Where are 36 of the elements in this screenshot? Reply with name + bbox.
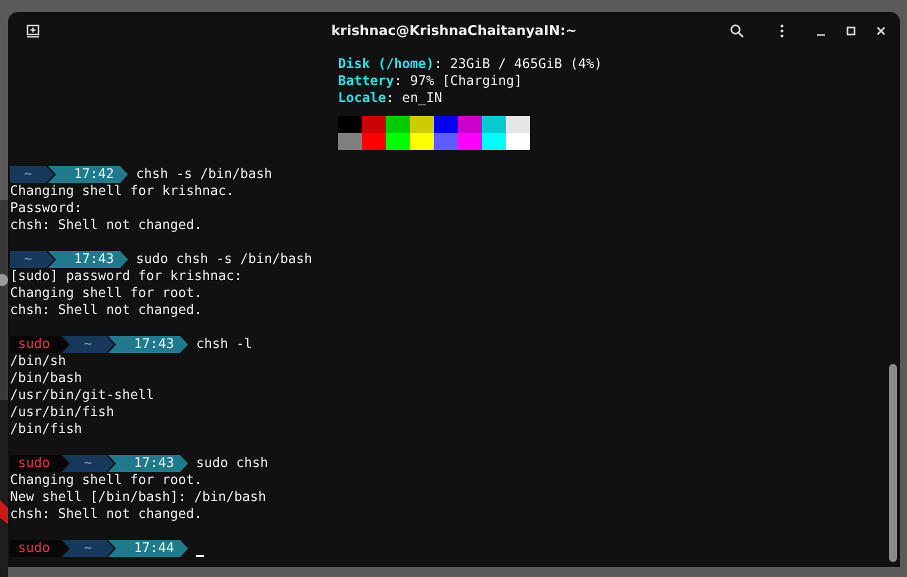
search-icon[interactable] bbox=[730, 24, 744, 38]
output-line: New shell [/bin/bash]: /bin/bash bbox=[10, 489, 268, 506]
prompt-segment: 17:44 bbox=[108, 540, 188, 557]
prompt-segment: 17:42 bbox=[48, 166, 128, 183]
info-value: : 97% [Charging] bbox=[394, 73, 522, 90]
prompt-segment: 17:43 bbox=[108, 336, 188, 353]
output-line: /usr/bin/fish bbox=[10, 404, 116, 421]
output-line: /usr/bin/git-shell bbox=[10, 387, 156, 404]
command-text: sudo chsh bbox=[196, 455, 268, 472]
info-label: Battery bbox=[338, 73, 394, 90]
maximize-icon[interactable] bbox=[846, 26, 856, 36]
prompt-segment: 17:43 bbox=[48, 251, 128, 268]
output-line: Changing shell for root. bbox=[10, 285, 204, 302]
output-line: chsh: Shell not changed. bbox=[10, 506, 204, 523]
output-line: chsh: Shell not changed. bbox=[10, 217, 204, 234]
output-line: chsh: Shell not changed. bbox=[10, 302, 204, 319]
scrollbar-thumb[interactable] bbox=[889, 364, 897, 562]
output-line: Changing shell for root. bbox=[10, 472, 204, 489]
command-text: chsh -s /bin/bash bbox=[136, 166, 272, 183]
output-line: /bin/bash bbox=[10, 370, 84, 387]
output-line: Password: bbox=[10, 200, 84, 217]
info-label: Locale bbox=[338, 90, 386, 107]
command-text: sudo chsh -s /bin/bash bbox=[136, 251, 312, 268]
menu-icon[interactable] bbox=[780, 24, 784, 38]
output-line: /bin/fish bbox=[10, 421, 84, 438]
info-value: : 23GiB / 465GiB (4%) bbox=[434, 56, 602, 73]
window-title: krishnac@KrishnaChaitanyaIN:~ bbox=[331, 23, 577, 39]
output-line: Changing shell for krishnac. bbox=[10, 183, 236, 200]
info-value: : en_IN bbox=[386, 90, 442, 107]
new-tab-icon[interactable] bbox=[26, 24, 40, 38]
close-icon[interactable] bbox=[876, 26, 886, 36]
command-text: chsh -l bbox=[196, 336, 252, 353]
output-line: [sudo] password for krishnac: bbox=[10, 268, 244, 285]
output-line: /bin/sh bbox=[10, 353, 68, 370]
info-label: Disk (/home) bbox=[338, 56, 434, 73]
prompt-segment: 17:43 bbox=[108, 455, 188, 472]
